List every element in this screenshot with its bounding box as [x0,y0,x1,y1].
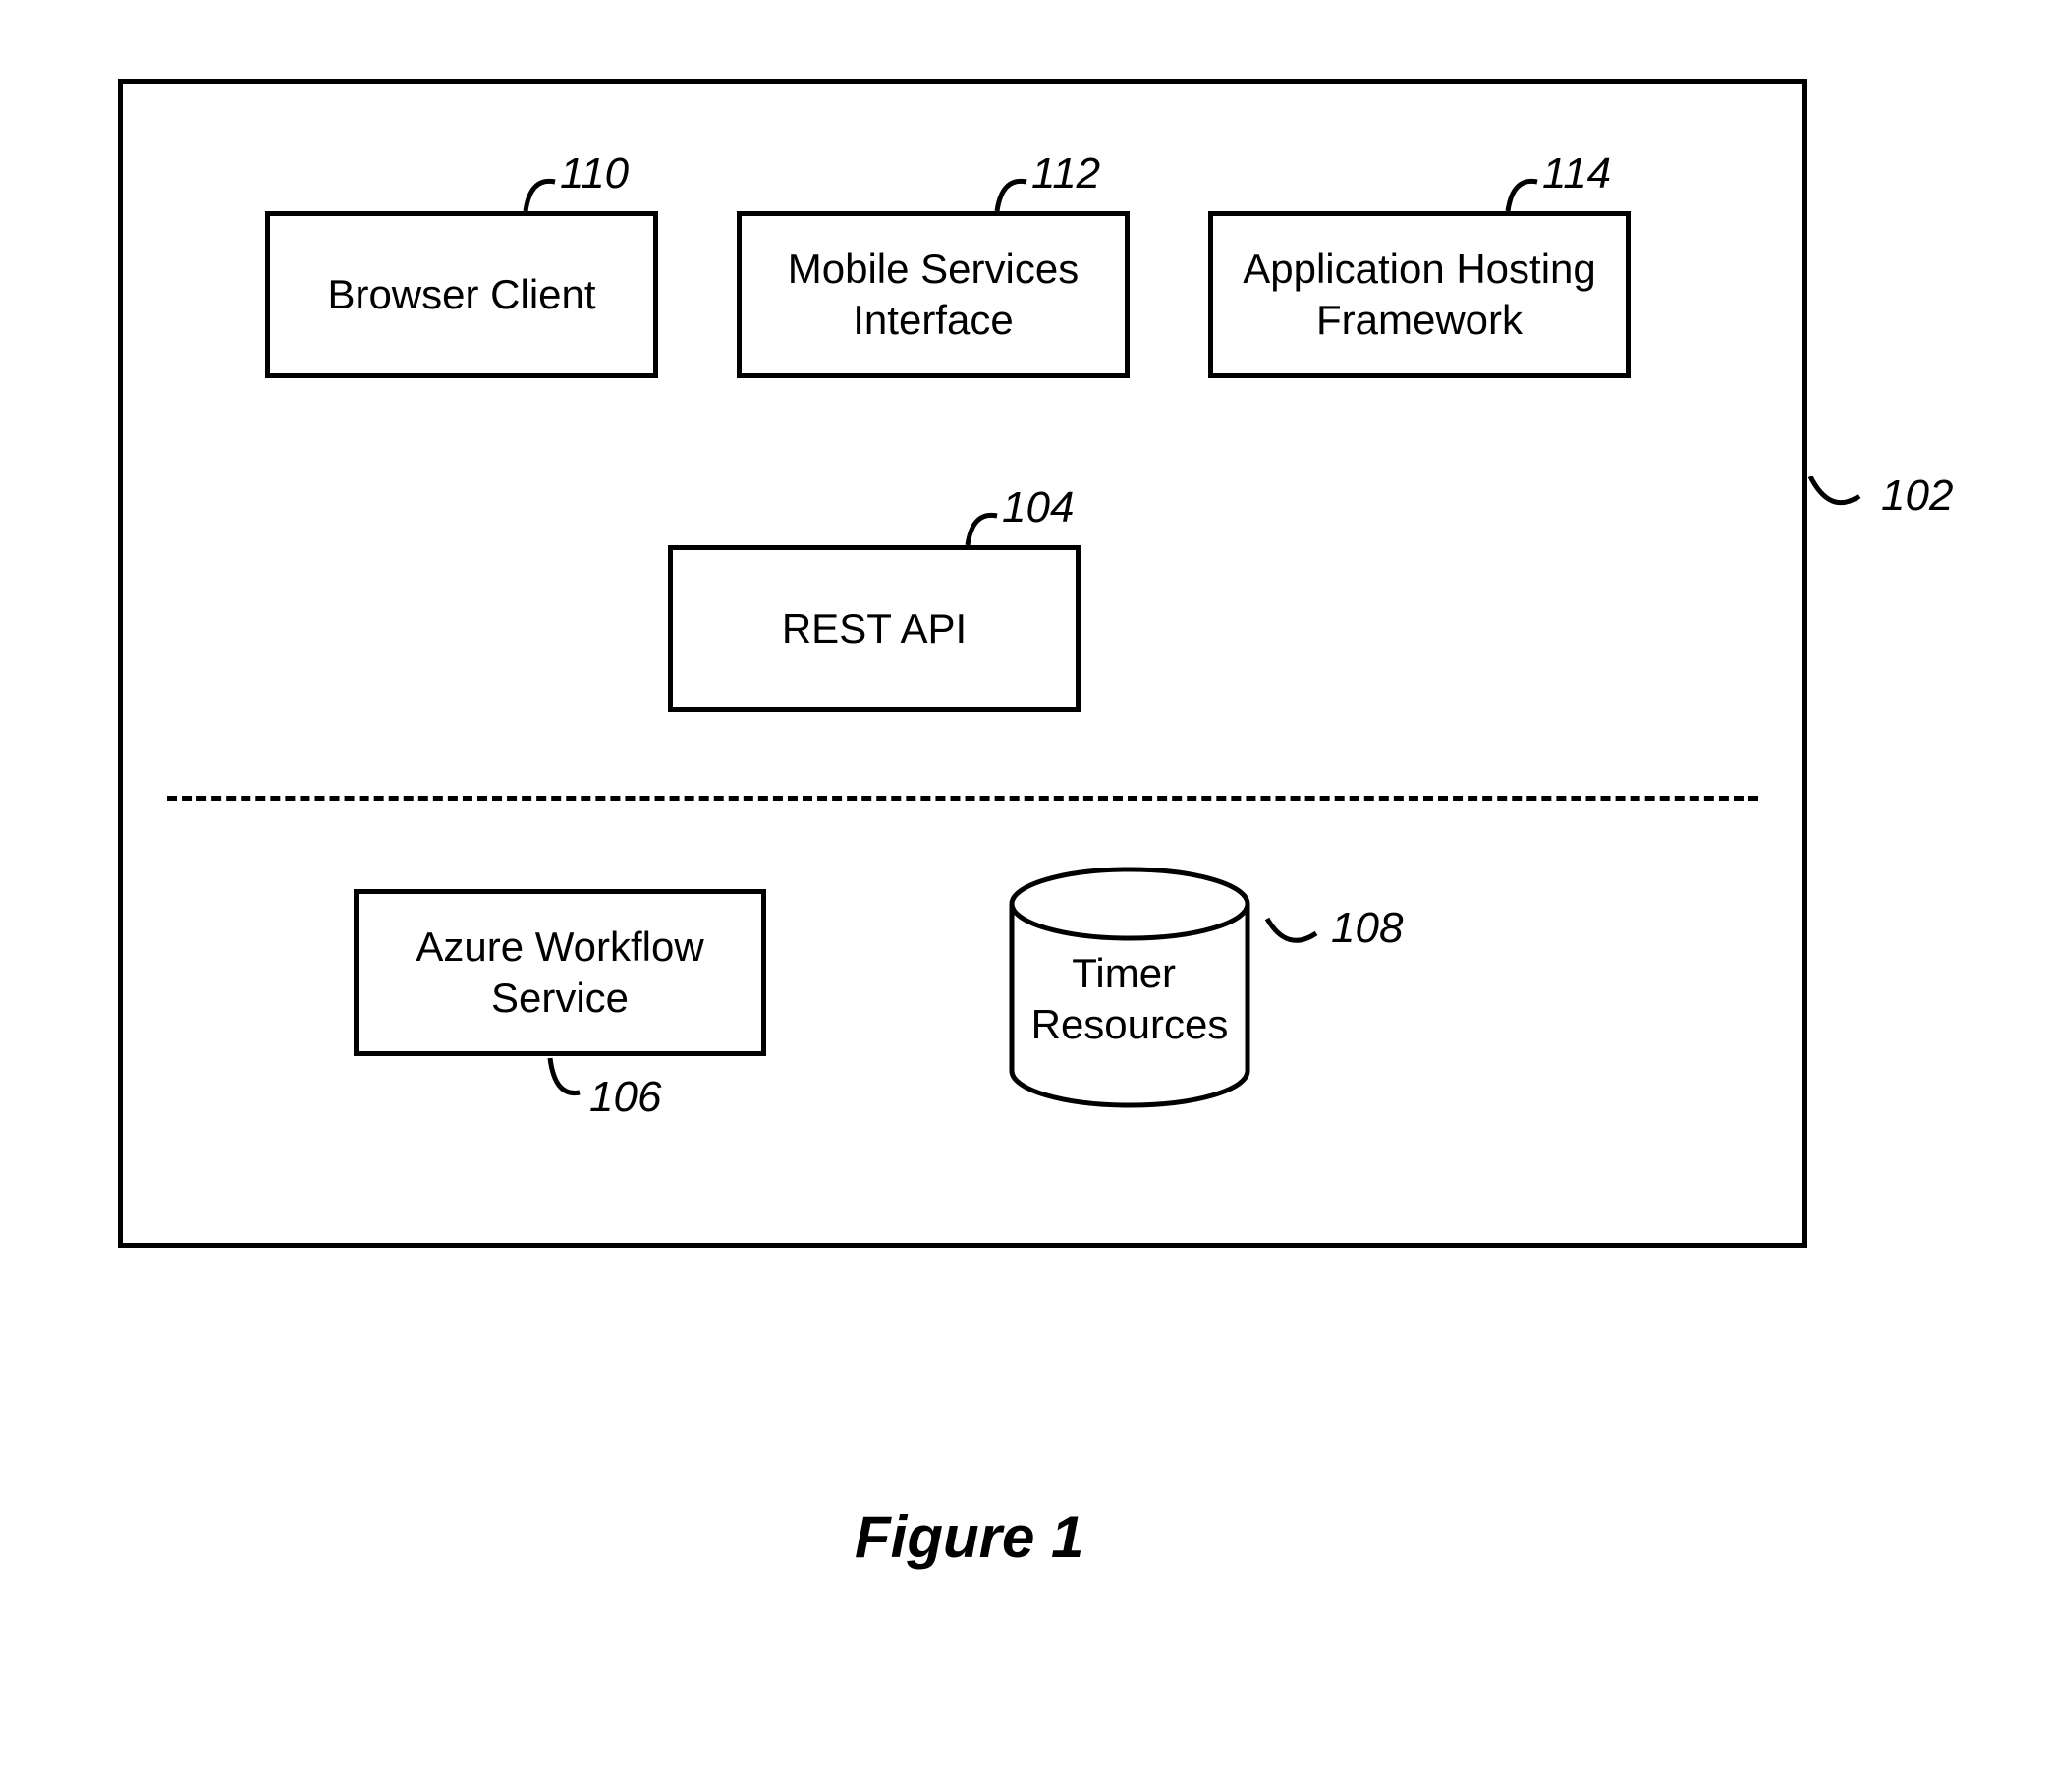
ref-104: 104 [1002,483,1074,532]
figure-caption: Figure 1 [855,1503,1083,1571]
leader-102 [1805,462,1884,521]
box-azure-workflow: Azure WorkflowService [354,889,766,1056]
cylinder-line1: Timer [1072,950,1176,996]
box-azure-workflow-label: Azure WorkflowService [416,922,703,1025]
ref-114: 114 [1542,149,1611,198]
ref-102: 102 [1881,472,1953,521]
divider [167,796,1758,801]
box-rest-api-label: REST API [782,603,967,655]
box-app-hosting: Application HostingFramework [1208,211,1631,378]
leader-108 [1262,904,1341,953]
ref-108: 108 [1331,904,1403,953]
box-app-hosting-label: Application HostingFramework [1243,244,1596,347]
box-mobile-services: Mobile ServicesInterface [737,211,1130,378]
figure-canvas: 102 Browser Client 110 Mobile ServicesIn… [0,0,2052,1792]
box-browser-client: Browser Client [265,211,658,378]
box-mobile-services-label: Mobile ServicesInterface [788,244,1079,347]
ref-112: 112 [1031,149,1100,198]
box-browser-client-label: Browser Client [327,269,595,321]
cylinder-timer-resources: Timer Resources [992,855,1267,1130]
cylinder-line2: Resources [1031,1001,1229,1047]
ref-110: 110 [560,149,629,198]
ref-106: 106 [589,1073,661,1122]
box-rest-api: REST API [668,545,1081,712]
